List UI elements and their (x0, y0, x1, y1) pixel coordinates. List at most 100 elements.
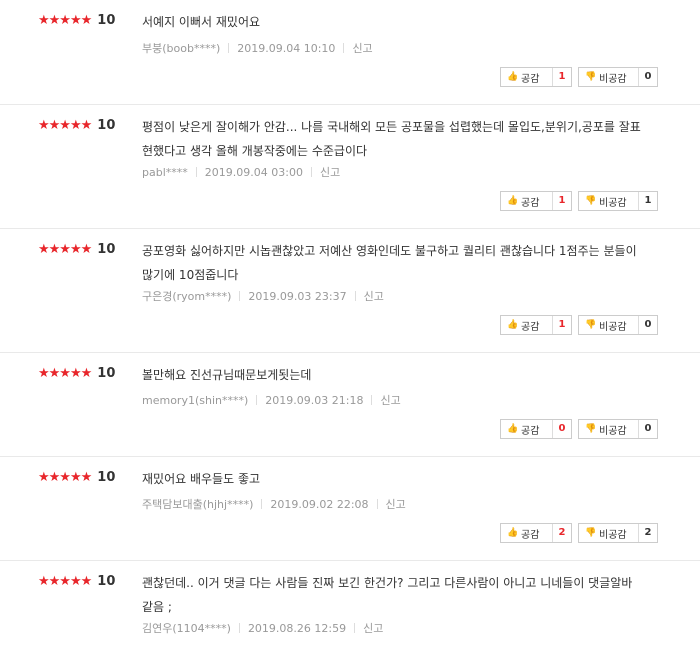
divider (239, 291, 241, 301)
vote-buttons: 👍 공감 1 👎 비공감 0 (500, 67, 658, 87)
dislike-label: 비공감 (599, 425, 627, 437)
rating-score: 10 (97, 366, 116, 381)
like-button[interactable]: 👍 공감 1 (500, 315, 572, 335)
thumbs-down-icon: 👎 (585, 319, 597, 330)
report-link[interactable]: 신고 (386, 496, 406, 512)
thumbs-down-icon: 👎 (585, 423, 597, 434)
review-meta: 주택담보대출(hjhj****) 2019.09.02 22:08 신고 (142, 496, 406, 512)
vote-buttons: 👍 공감 2 👎 비공감 2 (500, 523, 658, 543)
thumbs-down-icon: 👎 (585, 527, 597, 538)
review-item: ★★★★★ 10 재밌어요 배우들도 좋고 주택담보대출(hjhj****) 2… (0, 457, 700, 561)
reviewer-name[interactable]: 김연우(1104****) (142, 620, 231, 636)
review-meta: pabl**** 2019.09.04 03:00 신고 (142, 164, 340, 180)
review-item: ★★★★★ 10 평점이 낮은게 잘이해가 안감... 나름 국내해외 모든 공… (0, 105, 700, 229)
rating-score: 10 (97, 118, 116, 133)
like-label: 공감 (521, 321, 540, 333)
like-label: 공감 (521, 73, 540, 85)
dislike-button[interactable]: 👎 비공감 0 (578, 67, 658, 87)
vote-buttons: 👍 공감 1 👎 비공감 1 (500, 191, 658, 211)
reviewer-name[interactable]: pabl**** (142, 166, 188, 179)
divider (343, 43, 345, 53)
review-date: 2019.09.02 22:08 (270, 497, 369, 511)
review-meta: 구은경(ryom****) 2019.09.03 23:37 신고 (142, 288, 384, 304)
review-date: 2019.08.26 12:59 (247, 621, 347, 635)
dislike-count: 0 (638, 420, 657, 438)
dislike-count: 1 (638, 192, 657, 210)
divider (371, 395, 373, 405)
like-count: 1 (552, 68, 571, 86)
rating: ★★★★★ 10 (38, 366, 115, 381)
like-label: 공감 (521, 197, 540, 209)
thumbs-up-icon: 👍 (507, 71, 519, 82)
reviewer-name[interactable]: 주택담보대출(hjhj****) (142, 496, 253, 512)
divider (256, 395, 258, 405)
like-button[interactable]: 👍 공감 1 (500, 191, 572, 211)
report-link[interactable]: 신고 (320, 164, 340, 180)
rating: ★★★★★ 10 (38, 242, 115, 257)
reviewer-name[interactable]: 부붕(boob****) (142, 40, 220, 56)
thumbs-down-icon: 👎 (585, 71, 597, 82)
review-meta: 부붕(boob****) 2019.09.04 10:10 신고 (142, 40, 373, 56)
divider (228, 43, 230, 53)
like-button[interactable]: 👍 공감 1 (500, 67, 572, 87)
dislike-button[interactable]: 👎 비공감 2 (578, 523, 658, 543)
report-link[interactable]: 신고 (352, 40, 372, 56)
star-rating-icon: ★★★★★ (38, 12, 92, 28)
divider (354, 623, 356, 633)
report-link[interactable]: 신고 (363, 620, 383, 636)
review-text: 평점이 낮은게 잘이해가 안감... 나름 국내해외 모든 공포물을 섭렵했는데… (142, 120, 641, 158)
review-text: 재밌어요 배우들도 좋고 (142, 472, 261, 486)
like-button[interactable]: 👍 공감 2 (500, 523, 572, 543)
dislike-count: 0 (638, 68, 657, 86)
star-rating-icon: ★★★★★ (38, 469, 92, 485)
rating: ★★★★★ 10 (38, 470, 115, 485)
review-text: 괜찮던데.. 이거 댓글 다는 사람들 진짜 보긴 한건가? 그리고 다른사람이… (142, 576, 633, 614)
report-link[interactable]: 신고 (364, 288, 384, 304)
dislike-count: 2 (638, 524, 657, 542)
divider (310, 167, 312, 177)
like-count: 1 (552, 316, 571, 334)
thumbs-up-icon: 👍 (507, 527, 519, 538)
like-button[interactable]: 👍 공감 0 (500, 419, 572, 439)
review-item: ★★★★★ 10 서예지 이뻐서 재밌어요 부붕(boob****) 2019.… (0, 0, 700, 105)
review-date: 2019.09.03 21:18 (265, 393, 364, 407)
rating-score: 10 (97, 242, 116, 257)
like-label: 공감 (521, 529, 540, 541)
thumbs-up-icon: 👍 (507, 423, 519, 434)
thumbs-up-icon: 👍 (507, 319, 519, 330)
review-item: ★★★★★ 10 볼만해요 진선규님때문보게됫는데 memory1(shin**… (0, 353, 700, 457)
review-item: ★★★★★ 10 공포영화 싫어하지만 시놉괜찮았고 저예산 영화인데도 불구하… (0, 229, 700, 353)
rating: ★★★★★ 10 (38, 118, 115, 133)
review-item: ★★★★★ 10 괜찮던데.. 이거 댓글 다는 사람들 진짜 보긴 한건가? … (0, 561, 700, 651)
like-count: 2 (552, 524, 571, 542)
rating-score: 10 (97, 470, 116, 485)
star-rating-icon: ★★★★★ (38, 117, 92, 133)
dislike-label: 비공감 (599, 529, 627, 541)
vote-buttons: 👍 공감 1 👎 비공감 0 (500, 315, 658, 335)
review-text: 볼만해요 진선규님때문보게됫는데 (142, 368, 312, 382)
divider (376, 499, 378, 509)
dislike-button[interactable]: 👎 비공감 1 (578, 191, 658, 211)
divider (238, 623, 240, 633)
review-meta: memory1(shin****) 2019.09.03 21:18 신고 (142, 392, 401, 408)
rating: ★★★★★ 10 (38, 574, 115, 589)
report-link[interactable]: 신고 (380, 392, 400, 408)
dislike-button[interactable]: 👎 비공감 0 (578, 315, 658, 335)
reviewer-name[interactable]: 구은경(ryom****) (142, 288, 231, 304)
review-date: 2019.09.04 10:10 (237, 41, 336, 55)
dislike-button[interactable]: 👎 비공감 0 (578, 419, 658, 439)
like-label: 공감 (521, 425, 540, 437)
like-count: 1 (552, 192, 571, 210)
thumbs-down-icon: 👎 (585, 195, 597, 206)
review-meta: 김연우(1104****) 2019.08.26 12:59 신고 (142, 620, 383, 636)
rating: ★★★★★ 10 (38, 13, 115, 28)
dislike-label: 비공감 (599, 197, 627, 209)
star-rating-icon: ★★★★★ (38, 365, 92, 381)
thumbs-up-icon: 👍 (507, 195, 519, 206)
like-count: 0 (552, 420, 571, 438)
vote-buttons: 👍 공감 0 👎 비공감 0 (500, 419, 658, 439)
reviewer-name[interactable]: memory1(shin****) (142, 394, 248, 407)
star-rating-icon: ★★★★★ (38, 573, 92, 589)
star-rating-icon: ★★★★★ (38, 241, 92, 257)
dislike-label: 비공감 (599, 73, 627, 85)
